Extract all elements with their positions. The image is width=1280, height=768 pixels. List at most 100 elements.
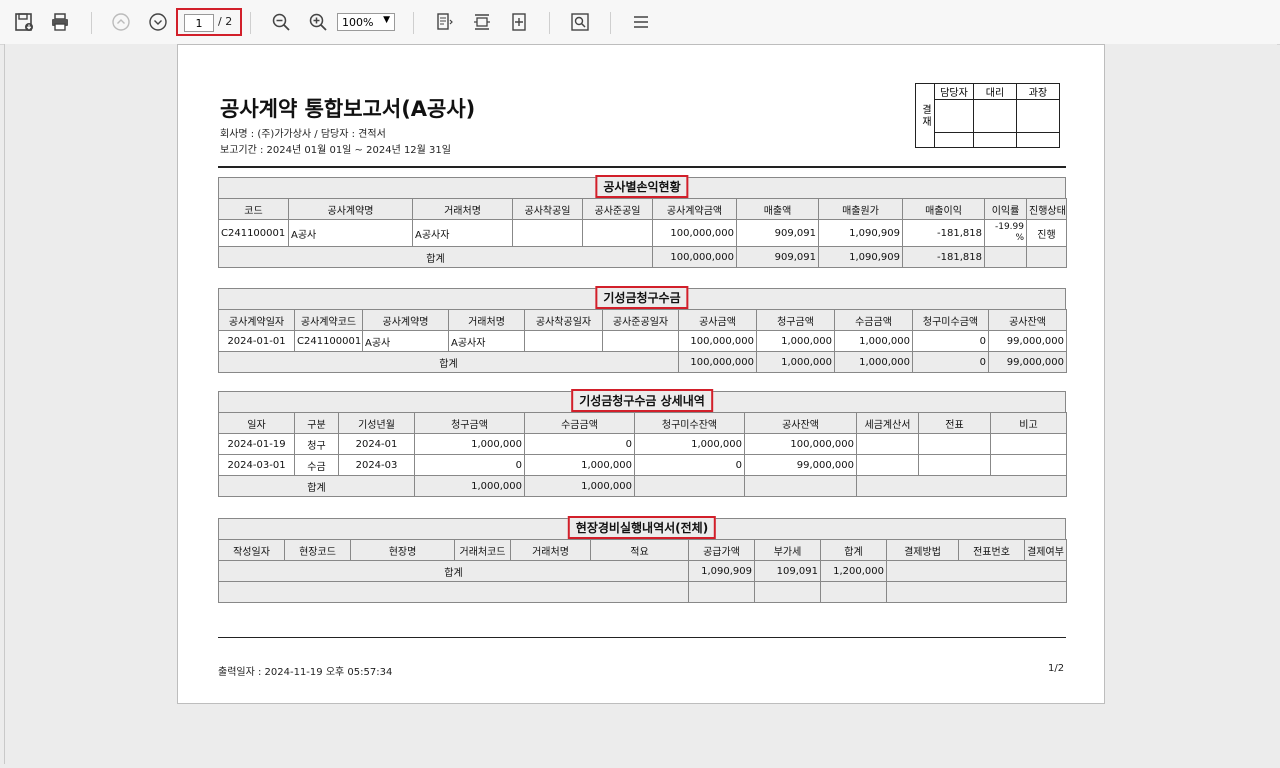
save-icon[interactable] [12, 10, 36, 34]
zoom-out-icon[interactable] [269, 10, 293, 34]
column-header: 거래처명 [412, 198, 513, 220]
sum-cell: 1,000,000 [414, 475, 525, 497]
menu-icon[interactable] [629, 10, 653, 34]
table-row: 2024-03-01 수금 2024-03 0 1,000,000 0 99,0… [218, 454, 1067, 476]
column-header: 공사계약일자 [218, 309, 295, 331]
table-cell [582, 219, 653, 247]
column-header: 전표 [918, 412, 991, 434]
column-header: 기성년월 [338, 412, 415, 434]
column-header: 청구금액 [756, 309, 835, 331]
page-number-input[interactable] [184, 14, 214, 32]
table-cell [990, 454, 1067, 476]
table-cell: 0 [524, 433, 635, 455]
sum-cell: 1,200,000 [820, 560, 887, 582]
footer-divider [218, 637, 1066, 638]
column-header: 전표번호 [958, 539, 1025, 561]
table-cell: A공사 [288, 219, 413, 247]
column-header: 일자 [218, 412, 295, 434]
table-cell: 100,000,000 [744, 433, 857, 455]
sum-cell [1026, 246, 1067, 268]
table-cell: 99,000,000 [988, 330, 1067, 352]
sum-cell [744, 475, 857, 497]
viewer-toolbar: / 2 100% ▼ [0, 0, 1280, 45]
zoom-in-icon[interactable] [306, 10, 330, 34]
table-cell: 2024-03-01 [218, 454, 295, 476]
column-header: 구분 [294, 412, 339, 434]
sum-cell: 1,000,000 [524, 475, 635, 497]
chevron-up-icon[interactable] [109, 10, 133, 34]
profit-loss-table: 코드 공사계약명 거래처명 공사착공일 공사준공일 공사계약금액 매출액 매출원… [218, 198, 1067, 268]
zoom-select[interactable]: 100% ▼ [337, 13, 395, 31]
zoom-value: 100% [342, 16, 374, 29]
table-row: 2024-01-01 C241100001 A공사 A공사자 100,000,0… [218, 330, 1067, 352]
header-divider [218, 166, 1066, 168]
table-cell: A공사자 [412, 219, 513, 247]
section-header: 공사별손익현황 [218, 175, 1066, 198]
column-header: 비고 [990, 412, 1067, 434]
sum-row: 합계 100,000,000 1,000,000 1,000,000 0 99,… [218, 351, 1067, 373]
billing-detail-table: 일자 구분 기성년월 청구금액 수금금액 청구미수잔액 공사잔액 세금계산서 전… [218, 412, 1067, 497]
toolbar-separator [413, 12, 414, 34]
column-header: 공사금액 [678, 309, 757, 331]
column-header: 수금금액 [834, 309, 913, 331]
column-header: 청구미수금액 [912, 309, 989, 331]
column-header: 매출액 [736, 198, 819, 220]
column-header: 적요 [590, 539, 689, 561]
section-site-expense: 현장경비실행내역서(전체) 작성일자 현장코드 현장명 거래처코드 거래처명 적… [218, 516, 1067, 603]
approval-sign-2[interactable] [973, 99, 1017, 133]
column-header: 결제방법 [886, 539, 959, 561]
toolbar-separator [91, 12, 92, 34]
fit-page-icon[interactable] [432, 10, 456, 34]
column-header: 진행상태 [1026, 198, 1067, 220]
table-header-row: 일자 구분 기성년월 청구금액 수금금액 청구미수잔액 공사잔액 세금계산서 전… [218, 412, 1067, 434]
sum-cell [984, 246, 1027, 268]
approval-sign-1[interactable] [934, 99, 974, 133]
column-header: 공급가액 [688, 539, 755, 561]
section-title: 기성금청구수금 [595, 286, 689, 309]
column-header: 현장명 [350, 539, 455, 561]
column-header: 수금금액 [524, 412, 635, 434]
table-cell [856, 433, 919, 455]
column-header: 합계 [820, 539, 887, 561]
actual-size-icon[interactable] [507, 10, 531, 34]
column-header: 결제여부 [1024, 539, 1067, 561]
sum-cell: 99,000,000 [988, 351, 1067, 373]
table-cell: 1,000,000 [756, 330, 835, 352]
table-cell: 1,000,000 [834, 330, 913, 352]
table-cell [820, 581, 887, 603]
page-navigator: / 2 [176, 8, 242, 36]
table-cell [918, 454, 991, 476]
print-icon[interactable] [48, 10, 72, 34]
report-title: 공사계약 통합보고서(A공사) [220, 97, 476, 121]
approval-date-2 [973, 132, 1017, 148]
site-expense-table: 작성일자 현장코드 현장명 거래처코드 거래처명 적요 공급가액 부가세 합계 … [218, 539, 1067, 603]
approval-sign-3[interactable] [1016, 99, 1060, 133]
table-header-row: 코드 공사계약명 거래처명 공사착공일 공사준공일 공사계약금액 매출액 매출원… [218, 198, 1067, 220]
table-cell: 1,090,909 [818, 219, 903, 247]
column-header: 공사잔액 [744, 412, 857, 434]
table-cell: 2024-01-19 [218, 433, 295, 455]
column-header: 현장코드 [284, 539, 351, 561]
column-header: 공사계약금액 [652, 198, 737, 220]
table-cell: 1,000,000 [524, 454, 635, 476]
table-cell: 100,000,000 [652, 219, 737, 247]
approval-side-label: 결재 [915, 83, 935, 148]
table-cell: 청구 [294, 433, 339, 455]
table-cell: 100,000,000 [678, 330, 757, 352]
sum-cell: 109,091 [754, 560, 821, 582]
fit-width-icon[interactable] [470, 10, 494, 34]
table-cell: 진행 [1026, 219, 1067, 247]
table-cell: 0 [912, 330, 989, 352]
approval-col-1: 담당자 [934, 83, 974, 100]
sum-cell [886, 560, 1067, 582]
sum-label: 합계 [218, 246, 653, 268]
column-header: 거래처명 [510, 539, 591, 561]
column-header: 청구미수잔액 [634, 412, 745, 434]
chevron-down-icon[interactable] [146, 10, 170, 34]
sum-cell: 909,091 [736, 246, 819, 268]
approval-col-3: 과장 [1016, 83, 1060, 100]
search-icon[interactable] [568, 10, 592, 34]
column-header: 부가세 [754, 539, 821, 561]
column-header: 거래처코드 [454, 539, 511, 561]
sum-cell: 100,000,000 [678, 351, 757, 373]
